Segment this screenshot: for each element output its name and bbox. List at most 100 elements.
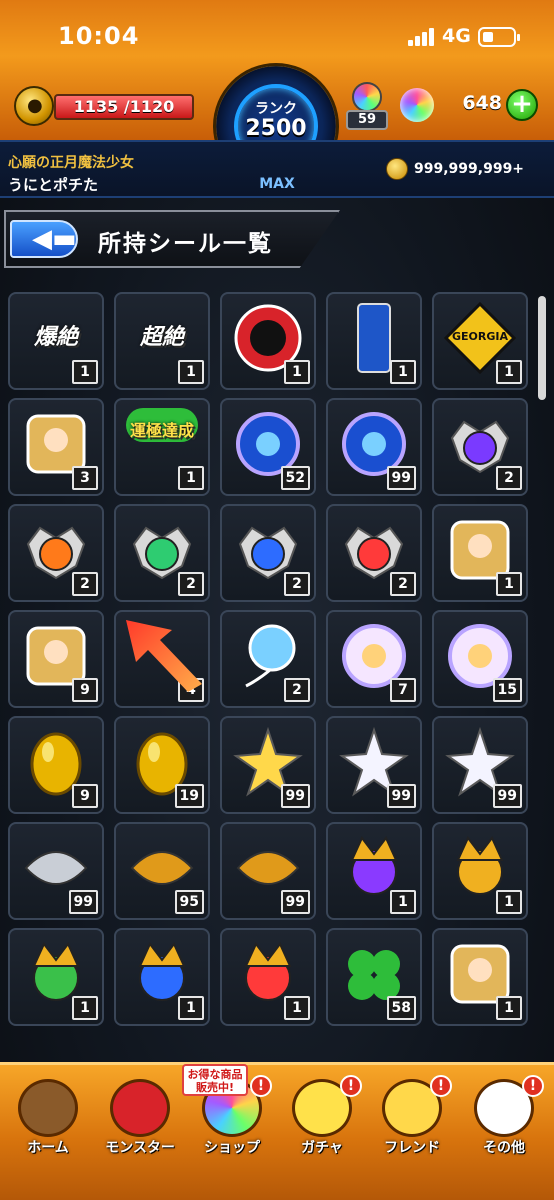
notification-badge: ! xyxy=(430,1075,452,1097)
seal-tile-samurai-card[interactable]: 1 xyxy=(432,928,528,1026)
seal-tile-rainbow-pearl[interactable]: 7 xyxy=(326,610,422,708)
rank-value: 2500 xyxy=(245,116,307,141)
red-arrow-icon xyxy=(126,620,202,692)
seal-count: 99 xyxy=(386,784,416,808)
rank-label: ランク xyxy=(255,101,297,117)
battery-icon xyxy=(478,27,520,47)
rank-max-label: MAX xyxy=(259,176,295,192)
seal-tile-silver-shell[interactable]: 99 xyxy=(8,822,104,920)
seal-count: 1 xyxy=(390,890,416,914)
seal-tile-red-dragon-emblem[interactable]: 1 xyxy=(220,292,316,390)
seal-tile-green-jester[interactable]: 1 xyxy=(8,928,104,1026)
back-arrow-icon: ◀▬ xyxy=(32,224,77,254)
gold-value: 999,999,999+ xyxy=(414,161,525,177)
network-type: 4G xyxy=(442,25,471,47)
seal-tile-blue-jester[interactable]: 1 xyxy=(114,928,210,1026)
seal-tile-gold-shell[interactable]: 99 xyxy=(220,822,316,920)
seal-count: 1 xyxy=(178,466,204,490)
seal-count: 1 xyxy=(284,360,310,384)
seal-count: 1 xyxy=(72,360,98,384)
nav-dragon[interactable]: モンスター xyxy=(96,1073,184,1177)
app-root: 10:04 4G 1135 /1120 ランク 2500 59 648 + 心願… xyxy=(0,0,554,1200)
gold-coin-icon xyxy=(386,158,408,180)
seal-count: 9 xyxy=(72,784,98,808)
nav-question[interactable]: その他! xyxy=(460,1073,548,1177)
rainbow-gem-icon xyxy=(352,82,382,112)
nav-friends[interactable]: フレンド! xyxy=(368,1073,456,1177)
seal-count: 99 xyxy=(386,466,416,490)
shop-promo-label: お得な商品 販売中! xyxy=(182,1064,248,1096)
seal-tile-bakuzetsu[interactable]: 爆絶 1 xyxy=(8,292,104,390)
seal-count: 95 xyxy=(174,890,204,914)
stamina-bar: 1135 /1120 xyxy=(54,94,194,120)
orb-icon xyxy=(400,88,434,122)
seal-count: 99 xyxy=(492,784,522,808)
signal-icon xyxy=(408,28,436,46)
house-icon xyxy=(18,1079,78,1137)
nav-house[interactable]: ホーム xyxy=(4,1073,92,1177)
seal-tile-georgia-emerald-mountain-can[interactable]: 1 xyxy=(326,292,422,390)
seal-tile-unkyoku-tassei-clover[interactable]: 運極達成 1 xyxy=(114,398,210,496)
seal-tile-golden-egg-2[interactable]: 19 xyxy=(114,716,210,814)
profile-band: 心願の正月魔法少女 うにとポチた MAX 999,999,999+ xyxy=(0,140,554,198)
seal-tile-golden-star[interactable]: 99 xyxy=(220,716,316,814)
stamina-meter[interactable]: 1135 /1120 xyxy=(14,86,194,126)
seal-tile-blue-rainbow-flower[interactable]: 52 xyxy=(220,398,316,496)
seal-tile-fire-orb[interactable]: 2 xyxy=(8,504,104,602)
seal-count: 58 xyxy=(386,996,416,1020)
seal-text: 運極達成 xyxy=(126,408,198,442)
seal-tile-golden-egg[interactable]: 9 xyxy=(8,716,104,814)
orb-counter: 648 + xyxy=(400,88,540,124)
back-button[interactable]: ◀▬ xyxy=(10,220,78,258)
seal-tile-red-jester[interactable]: 1 xyxy=(220,928,316,1026)
seal-count: 1 xyxy=(390,360,416,384)
seal-tile-purple-jester[interactable]: 1 xyxy=(326,822,422,920)
seal-count: 1 xyxy=(178,996,204,1020)
seal-tile-georgia-coffee-logo[interactable]: GEORGIA 1 xyxy=(432,292,528,390)
seal-count: 2 xyxy=(284,678,310,702)
clock: 10:04 xyxy=(58,22,140,50)
nav-label: その他 xyxy=(483,1140,525,1156)
seal-tile-lucky-clover[interactable]: 58 xyxy=(326,928,422,1026)
seal-tile-green-orb[interactable]: 2 xyxy=(114,504,210,602)
seal-count: 99 xyxy=(280,890,310,914)
dragon-icon xyxy=(110,1079,170,1137)
nav-label: モンスター xyxy=(105,1140,175,1156)
seal-count: 15 xyxy=(492,678,522,702)
level-badge[interactable]: 59 xyxy=(344,82,390,130)
level-badge-number: 59 xyxy=(346,110,388,130)
gold-counter: 999,999,999+ xyxy=(386,158,550,182)
seal-count: 1 xyxy=(496,360,522,384)
seal-tile-blue-orb[interactable]: 2 xyxy=(220,504,316,602)
seal-tile-red-orb[interactable]: 2 xyxy=(326,504,422,602)
nav-label: フレンド xyxy=(384,1140,440,1156)
seal-count: 52 xyxy=(280,466,310,490)
seal-tile-gold-rainbow-hero[interactable]: 1 xyxy=(432,504,528,602)
player-title: 心願の正月魔法少女 xyxy=(8,155,134,171)
page-title: 所持シール一覧 xyxy=(98,231,273,257)
seal-tile-gold-rainbow-shell[interactable]: 95 xyxy=(114,822,210,920)
notification-badge: ! xyxy=(522,1075,544,1097)
seal-count: 3 xyxy=(72,466,98,490)
stamina-text: 1135 /1120 xyxy=(73,97,175,116)
seal-count: 2 xyxy=(390,572,416,596)
seal-count: 9 xyxy=(72,678,98,702)
seal-tile-white-lotus[interactable]: 99 xyxy=(326,716,422,814)
seal-tile-golden-angel[interactable]: 3 xyxy=(8,398,104,496)
seal-tile-gold-jester[interactable]: 1 xyxy=(432,822,528,920)
scrollbar[interactable] xyxy=(538,296,546,400)
seal-tile-golden-hero[interactable]: 9 xyxy=(8,610,104,708)
seal-count: 1 xyxy=(496,572,522,596)
seal-tile-rainbow-balloon[interactable]: 2 xyxy=(220,610,316,708)
player-name: うにとポチた xyxy=(8,176,99,194)
seal-tile-purple-orb[interactable]: 2 xyxy=(432,398,528,496)
seal-count: 19 xyxy=(174,784,204,808)
seal-tile-rainbow-pearl-large[interactable]: 15 xyxy=(432,610,528,708)
add-orb-button[interactable]: + xyxy=(506,89,538,121)
seal-text: GEORGIA xyxy=(452,330,508,343)
nav-egg[interactable]: ガチャ! xyxy=(278,1073,366,1177)
seal-tile-pink-lotus[interactable]: 99 xyxy=(432,716,528,814)
seal-tile-blue-gold-flower[interactable]: 99 xyxy=(326,398,422,496)
seal-tile-chouzetsu[interactable]: 超絶 1 xyxy=(114,292,210,390)
nav-label: ホーム xyxy=(27,1140,69,1156)
